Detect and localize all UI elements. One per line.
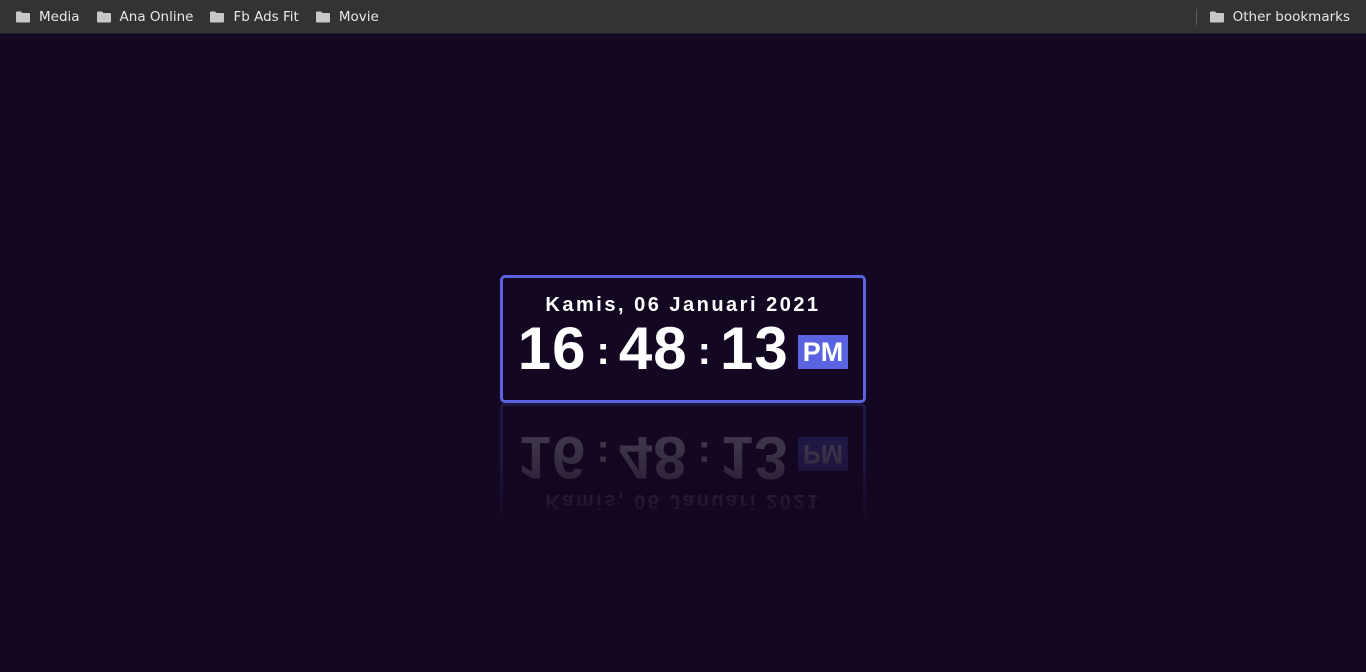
other-bookmarks-label: Other bookmarks bbox=[1232, 8, 1350, 25]
digital-clock: Kamis, 06 Januari 2021 16 : 48 : 13 PM bbox=[500, 275, 866, 403]
folder-icon bbox=[15, 9, 31, 25]
clock-time-reflection: 16 : 48 : 13 PM bbox=[503, 424, 863, 491]
folder-icon bbox=[1209, 9, 1225, 25]
folder-icon bbox=[209, 9, 225, 25]
bookmark-label: Media bbox=[39, 8, 80, 25]
clock-seconds: 13 bbox=[719, 315, 789, 382]
clock-page: Kamis, 06 Januari 2021 16 : 48 : 13 PM K… bbox=[0, 35, 1366, 672]
clock-minutes-reflection: 48 bbox=[618, 424, 688, 491]
clock-reflection: Kamis, 06 Januari 2021 16 : 48 : 13 PM bbox=[500, 403, 866, 531]
bookmark-label: Ana Online bbox=[119, 8, 194, 25]
clock-date: Kamis, 06 Januari 2021 bbox=[545, 294, 821, 316]
clock-period-badge-reflection: PM bbox=[797, 437, 849, 471]
clock-separator: : bbox=[697, 329, 711, 373]
bookmark-folder-ana-online[interactable]: Ana Online bbox=[89, 4, 201, 30]
clock-minutes: 48 bbox=[618, 315, 688, 382]
other-bookmarks-button[interactable]: Other bookmarks bbox=[1202, 4, 1357, 30]
other-bookmarks-area: Other bookmarks bbox=[1195, 4, 1366, 30]
clock-hours: 16 bbox=[517, 315, 587, 382]
clock-hours-reflection: 16 bbox=[517, 424, 587, 491]
bookmark-label: Movie bbox=[338, 8, 379, 25]
clock-seconds-reflection: 13 bbox=[719, 424, 789, 491]
clock-date-reflection: Kamis, 06 Januari 2021 bbox=[545, 490, 821, 512]
clock-time: 16 : 48 : 13 PM bbox=[503, 318, 863, 380]
folder-icon bbox=[96, 9, 112, 25]
bookmarks-list: Media Ana Online Fb Ads Fit Movie bbox=[0, 4, 388, 30]
bookmark-folder-fb-ads-fit[interactable]: Fb Ads Fit bbox=[202, 4, 305, 30]
clock-period-badge: PM bbox=[797, 335, 849, 369]
digital-clock-reflection: Kamis, 06 Januari 2021 16 : 48 : 13 PM bbox=[500, 403, 866, 531]
clock-separator-reflection: : bbox=[697, 433, 711, 477]
bookmark-folder-media[interactable]: Media bbox=[8, 4, 87, 30]
bookmarks-divider bbox=[1195, 8, 1197, 25]
clock-separator-reflection: : bbox=[596, 433, 610, 477]
bookmark-folder-movie[interactable]: Movie bbox=[308, 4, 386, 30]
bookmarks-bar: Media Ana Online Fb Ads Fit Movie Other … bbox=[0, 0, 1366, 34]
clock-separator: : bbox=[596, 329, 610, 373]
bookmark-label: Fb Ads Fit bbox=[233, 8, 299, 25]
folder-icon bbox=[315, 9, 331, 25]
